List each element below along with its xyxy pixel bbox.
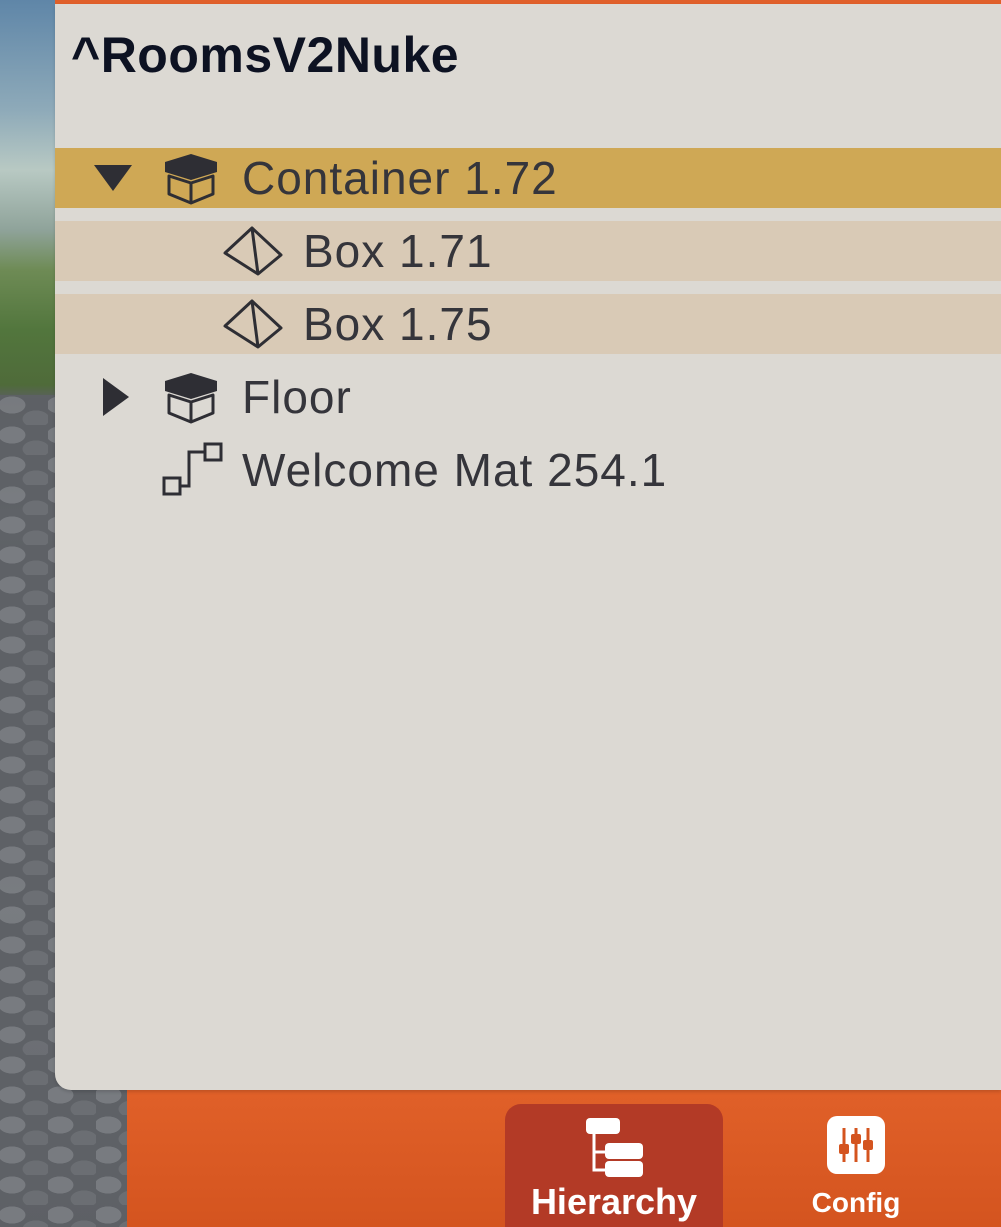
- tree-item-floor[interactable]: Floor: [55, 367, 1001, 427]
- hierarchy-panel: ^RoomsV2Nuke Container 1.72 Box 1.71 Box…: [55, 4, 1001, 1090]
- expand-arrow-right-icon[interactable]: [101, 376, 131, 418]
- tree-item-box[interactable]: Box 1.71: [55, 221, 1001, 281]
- tree-item-label: Welcome Mat 254.1: [242, 444, 668, 496]
- tree-item-label: Box 1.75: [303, 298, 493, 350]
- mesh-pyramid-icon: [222, 225, 284, 277]
- tree-item-label: Container 1.72: [242, 152, 558, 204]
- tab-label: Config: [811, 1187, 901, 1218]
- hierarchy-icon: [583, 1116, 645, 1183]
- tab-label: Hierarchy: [530, 1181, 698, 1222]
- mesh-pyramid-icon: [222, 298, 284, 350]
- container-box-icon: [161, 367, 221, 427]
- sliders-icon: [827, 1116, 885, 1179]
- viewport: ^RoomsV2Nuke Container 1.72 Box 1.71 Box…: [0, 0, 1001, 1227]
- tree-item-label: Floor: [242, 371, 352, 423]
- tree-item-container[interactable]: Container 1.72: [55, 148, 1001, 208]
- link-node-icon: [161, 440, 223, 500]
- tree-item-label: Box 1.71: [303, 225, 493, 277]
- expand-arrow-down-icon[interactable]: [92, 163, 134, 193]
- panel-title: ^RoomsV2Nuke: [71, 27, 460, 83]
- container-box-icon: [161, 148, 221, 208]
- tree-item-box[interactable]: Box 1.75: [55, 294, 1001, 354]
- tree-item-welcome-mat[interactable]: Welcome Mat 254.1: [55, 440, 1001, 500]
- tab-config[interactable]: Config: [800, 1104, 912, 1227]
- tab-hierarchy[interactable]: Hierarchy: [505, 1104, 723, 1227]
